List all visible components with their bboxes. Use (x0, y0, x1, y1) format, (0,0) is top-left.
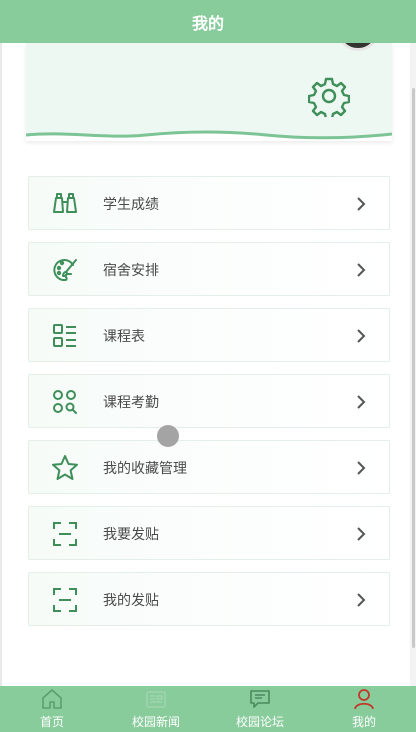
chevron-right-icon (357, 527, 366, 541)
home-icon (42, 689, 62, 709)
palette-brush-icon (53, 259, 77, 282)
menu-item-label: 宿舍安排 (103, 263, 159, 279)
menu-item-label: 我的收藏管理 (103, 461, 187, 477)
gear-icon[interactable] (308, 75, 350, 117)
scrollbar-thumb[interactable] (412, 88, 415, 648)
user-icon (354, 689, 374, 710)
tab-label: 我的 (351, 715, 376, 729)
menu-item-label: 学生成绩 (103, 197, 159, 213)
menu-item-new-post[interactable]: 我要发贴 (28, 506, 390, 560)
menu-item-label: 我要发贴 (103, 527, 159, 543)
tab-label: 首页 (39, 715, 64, 729)
news-icon (146, 691, 166, 708)
scan-frame-icon (53, 522, 77, 546)
menu-item-grades[interactable]: 学生成绩 (28, 176, 390, 230)
binoculars-icon (53, 193, 77, 213)
menu-item-timetable[interactable]: 课程表 (28, 308, 390, 362)
scan-frame-icon (53, 588, 77, 612)
menu-item-label: 我的发贴 (103, 593, 159, 609)
menu-list: 学生成绩 宿舍安排 课程表 课程考勤 我的收藏管理 我要发贴 我的发贴 (28, 176, 390, 638)
tab-forum[interactable]: 校园论坛 (208, 686, 312, 732)
menu-item-dorm[interactable]: 宿舍安排 (28, 242, 390, 296)
chevron-right-icon (357, 461, 366, 475)
avatar[interactable] (336, 43, 380, 51)
tab-label: 校园新闻 (131, 715, 180, 729)
tab-mine[interactable]: 我的 (312, 686, 416, 732)
chevron-right-icon (357, 263, 366, 277)
chevron-right-icon (357, 329, 366, 343)
menu-item-label: 课程表 (103, 329, 145, 345)
star-icon (52, 455, 78, 480)
menu-item-my-posts[interactable]: 我的发贴 (28, 572, 390, 626)
menu-item-label: 课程考勤 (103, 395, 159, 411)
chevron-right-icon (357, 197, 366, 211)
bottom-tab-bar: 首页 校园新闻 校园论坛 我的 (0, 686, 416, 732)
chevron-right-icon (357, 593, 366, 607)
chevron-right-icon (357, 395, 366, 409)
menu-item-favorites[interactable]: 我的收藏管理 (28, 440, 390, 494)
page-header: 我的 (0, 0, 416, 43)
page-title: 我的 (191, 13, 224, 33)
tab-home[interactable]: 首页 (0, 686, 104, 732)
menu-item-attendance[interactable]: 课程考勤 (28, 374, 390, 428)
touch-indicator (157, 425, 179, 447)
profile-card (26, 43, 392, 141)
content-border (0, 43, 2, 686)
tab-label: 校园论坛 (235, 715, 284, 729)
list-grid-icon (53, 324, 76, 347)
tab-news[interactable]: 校园新闻 (104, 686, 208, 732)
chat-icon (250, 690, 270, 708)
grid-search-icon (53, 390, 77, 414)
card-wave (26, 130, 392, 141)
